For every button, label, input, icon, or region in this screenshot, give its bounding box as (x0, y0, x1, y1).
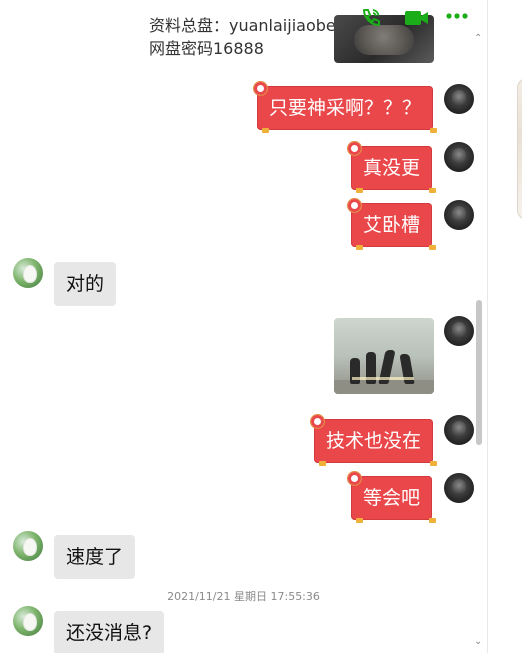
message-bubble-sent[interactable]: 等会吧 (346, 471, 437, 523)
friend-avatar[interactable] (13, 606, 43, 636)
my-avatar[interactable] (444, 200, 474, 230)
phone-icon[interactable] (360, 7, 382, 27)
bubble-decoration (429, 188, 437, 193)
my-avatar[interactable] (444, 316, 474, 346)
side-panel (487, 0, 522, 653)
scroll-up-icon[interactable]: ⌃ (474, 33, 482, 44)
message-timestamp: 2021/11/21 星期日 17:55:36 (167, 590, 320, 603)
message-text: 速度了 (66, 546, 124, 568)
message-text: 只要神采啊？？？ (269, 97, 422, 119)
message-text: 艾卧槽 (363, 214, 421, 236)
bubble-decoration (430, 128, 438, 133)
more-icon[interactable] (446, 12, 468, 20)
message-bubble-sent[interactable]: 真没更 (346, 141, 437, 193)
bubble-decoration (430, 461, 438, 466)
message-text: 对的 (66, 273, 105, 295)
scroll-down-icon[interactable]: ⌄ (474, 636, 482, 647)
bubble-decoration (429, 518, 437, 523)
message-text: 真没更 (363, 157, 421, 179)
friend-avatar[interactable] (13, 258, 43, 288)
image-figure (350, 358, 360, 384)
chat-window: 资料总盘：yuanlaijiaoben.uupan.net 网盘密码16888 … (0, 0, 487, 653)
my-avatar[interactable] (444, 84, 474, 114)
side-photo (517, 78, 522, 220)
message-text: 等会吧 (363, 487, 421, 509)
scrollbar-thumb[interactable] (476, 300, 482, 445)
message-text: 还没消息? (66, 622, 153, 644)
my-avatar[interactable] (444, 473, 474, 503)
video-call-icon[interactable] (404, 9, 430, 27)
friend-avatar[interactable] (13, 531, 43, 561)
message-bubble-sent[interactable]: 只要神采啊？？？ (252, 81, 438, 133)
my-avatar[interactable] (444, 142, 474, 172)
bubble-decoration (429, 245, 437, 250)
message-bubble-sent[interactable]: 技术也没在 (309, 414, 438, 466)
message-bubble-sent[interactable]: 艾卧槽 (346, 198, 437, 250)
message-bubble-received[interactable]: 对的 (54, 262, 117, 306)
message-bubble-received[interactable]: 速度了 (54, 535, 136, 579)
message-text: 技术也没在 (326, 430, 422, 452)
image-message[interactable] (334, 318, 434, 394)
my-avatar[interactable] (444, 415, 474, 445)
password-text: 网盘密码16888 (149, 39, 264, 58)
image-caption (352, 377, 414, 380)
message-bubble-received[interactable]: 还没消息? (54, 611, 165, 653)
